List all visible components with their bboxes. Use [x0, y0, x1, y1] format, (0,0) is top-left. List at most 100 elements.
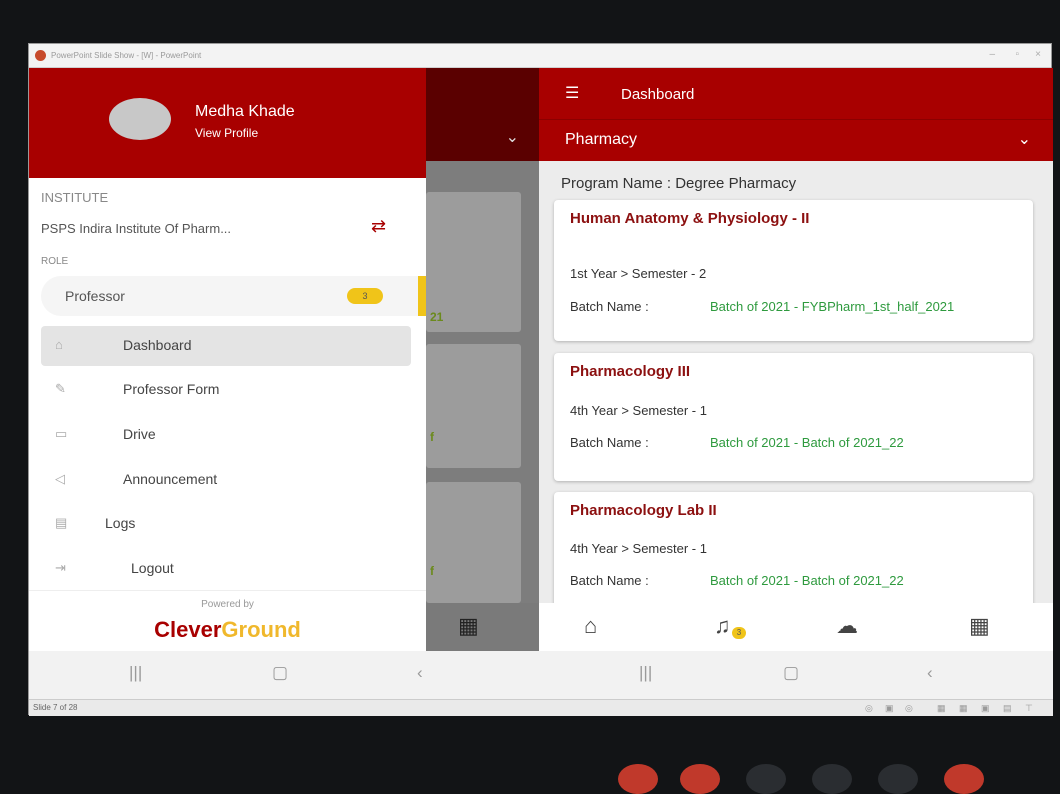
hamburger-menu-icon[interactable]: ☰: [565, 83, 579, 103]
view-profile-link[interactable]: View Profile: [195, 126, 258, 140]
left-phone-screen: ⌄ 21 f f ▦ Medha Khade View Profile INST: [29, 68, 539, 699]
presentation-window: PowerPoint Slide Show - [W] - PowerPoint…: [28, 43, 1053, 716]
folder-icon: ▭: [55, 426, 68, 441]
dimmed-bottom-nav: ▦: [426, 603, 539, 651]
recent-apps-button[interactable]: |||: [639, 663, 652, 683]
course-card[interactable]: Human Anatomy & Physiology - II 1st Year…: [554, 200, 1033, 341]
grid-icon[interactable]: ▦: [969, 613, 990, 639]
switch-institute-icon[interactable]: ⇄: [371, 216, 386, 237]
home-icon: ⌂: [55, 337, 63, 352]
course-year: 4th Year > Semester - 1: [570, 403, 707, 418]
comments-icon[interactable]: ▣: [885, 703, 894, 714]
course-year: 1st Year > Semester - 2: [570, 266, 707, 281]
drawer-item-drive[interactable]: ▭ Drive: [41, 415, 411, 455]
drawer-header: Medha Khade View Profile: [29, 68, 426, 178]
drawer-item-announcement[interactable]: ◁ Announcement: [41, 460, 411, 500]
drawer-item-label: Announcement: [123, 471, 218, 487]
institute-name: PSPS Indira Institute Of Pharm...: [41, 221, 232, 236]
dimmed-card: f: [426, 344, 521, 468]
app-header: ☰ Dashboard: [539, 68, 1053, 119]
drawer-item-logs[interactable]: ▤ Logs: [41, 504, 411, 544]
drawer-item-dashboard[interactable]: ⌂ Dashboard: [41, 326, 411, 366]
drawer-item-label: Drive: [123, 426, 156, 442]
reading-view-icon[interactable]: ▣: [981, 703, 990, 714]
recent-apps-button[interactable]: |||: [129, 663, 142, 683]
chevron-down-icon: ⌄: [505, 129, 519, 146]
megaphone-icon: ◁: [55, 471, 65, 486]
batch-label: Batch Name :: [570, 435, 649, 450]
meeting-control-button[interactable]: [746, 764, 786, 794]
dimmed-card-text: f: [430, 564, 434, 578]
brand-logo-part1: Clever: [154, 617, 222, 642]
course-title: Human Anatomy & Physiology - II: [570, 210, 810, 227]
minimize-button[interactable]: –: [989, 49, 995, 60]
android-nav-bar: ||| ▢ ‹: [29, 651, 539, 699]
maximize-button[interactable]: ▫: [1015, 49, 1019, 60]
window-title: PowerPoint Slide Show - [W] - PowerPoint: [51, 51, 202, 60]
meeting-control-button[interactable]: [878, 764, 918, 794]
meeting-control-button[interactable]: [618, 764, 658, 794]
drawer-item-label: Professor Form: [123, 381, 220, 397]
user-name: Medha Khade: [195, 103, 295, 120]
page-title: Dashboard: [621, 86, 695, 103]
drawer-item-label: Logs: [105, 515, 136, 531]
home-icon[interactable]: ⌂: [584, 613, 597, 639]
slide-stage: ⌄ 21 f f ▦ Medha Khade View Profile INST: [29, 68, 1053, 699]
navigation-drawer: Medha Khade View Profile INSTITUTE PSPS …: [29, 68, 426, 651]
slideshow-icon[interactable]: ▤: [1003, 703, 1012, 714]
title-bar: PowerPoint Slide Show - [W] - PowerPoint…: [29, 44, 1051, 68]
right-phone-screen: ☰ Dashboard Pharmacy ⌄ Program Name : De…: [539, 68, 1053, 699]
batch-value: Batch of 2021 - FYBPharm_1st_half_2021: [710, 299, 955, 314]
program-name: Program Name : Degree Pharmacy: [561, 175, 797, 192]
back-button[interactable]: ‹: [927, 663, 933, 683]
role-heading: ROLE: [41, 256, 69, 267]
role-selector[interactable]: Professor 3: [41, 276, 426, 316]
meeting-control-button[interactable]: [680, 764, 720, 794]
drawer-item-label: Logout: [131, 560, 174, 576]
brand-logo-part2: Ground: [221, 617, 301, 642]
grid-icon: ▦: [458, 613, 479, 638]
drawer-item-label: Dashboard: [123, 337, 192, 353]
powerpoint-icon: [35, 50, 46, 61]
home-button[interactable]: ▢: [272, 663, 288, 683]
slide-sorter-icon[interactable]: ▦: [959, 703, 968, 714]
course-year: 4th Year > Semester - 1: [570, 541, 707, 556]
meeting-control-button[interactable]: [944, 764, 984, 794]
settings-icon[interactable]: ◎: [905, 703, 913, 714]
avatar[interactable]: [109, 98, 171, 140]
status-bar: Slide 7 of 28 ◎ ▣ ◎ ▦ ▦ ▣ ▤ ⊤: [29, 699, 1053, 716]
home-button[interactable]: ▢: [783, 663, 799, 683]
slide-counter: Slide 7 of 28: [33, 703, 78, 712]
android-nav-bar: ||| ▢ ‹: [539, 651, 1053, 699]
department-selector[interactable]: Pharmacy ⌄: [539, 119, 1053, 161]
course-card[interactable]: Pharmacology Lab II 4th Year > Semester …: [554, 492, 1033, 612]
zoom-icon[interactable]: ⊤: [1025, 703, 1033, 714]
dimmed-department-bar: ⌄: [426, 119, 539, 161]
batch-label: Batch Name :: [570, 573, 649, 588]
back-button[interactable]: ‹: [417, 663, 423, 683]
bottom-nav: ⌂ ♫ 3 ☁ ▦: [539, 603, 1053, 651]
close-button[interactable]: ×: [1035, 49, 1041, 60]
drawer-divider: [29, 590, 426, 591]
drawer-item-professor-form[interactable]: ✎ Professor Form: [41, 370, 411, 410]
dimmed-card-text: f: [430, 430, 434, 444]
dimmed-card-text: 21: [430, 310, 444, 324]
batch-value: Batch of 2021 - Batch of 2021_22: [710, 573, 904, 588]
batch-label: Batch Name :: [570, 299, 649, 314]
dimmed-card: 21: [426, 192, 521, 332]
meeting-control-button[interactable]: [812, 764, 852, 794]
chat-icon[interactable]: ☁: [836, 613, 858, 639]
course-card[interactable]: Pharmacology III 4th Year > Semester - 1…: [554, 353, 1033, 481]
logout-icon: ⇥: [55, 560, 66, 575]
notes-icon[interactable]: ◎: [865, 703, 873, 714]
dimmed-card: f: [426, 482, 521, 603]
course-title: Pharmacology Lab II: [570, 502, 717, 519]
course-title: Pharmacology III: [570, 363, 691, 380]
chevron-down-icon: ⌄: [1017, 131, 1031, 148]
brand-logo: CleverGround: [29, 617, 426, 643]
normal-view-icon[interactable]: ▦: [937, 703, 946, 714]
drawer-item-logout[interactable]: ⇥ Logout: [41, 549, 411, 589]
form-icon: ✎: [55, 381, 66, 396]
role-badge: 3: [347, 288, 383, 304]
notification-bell-icon[interactable]: ♫: [714, 613, 731, 639]
